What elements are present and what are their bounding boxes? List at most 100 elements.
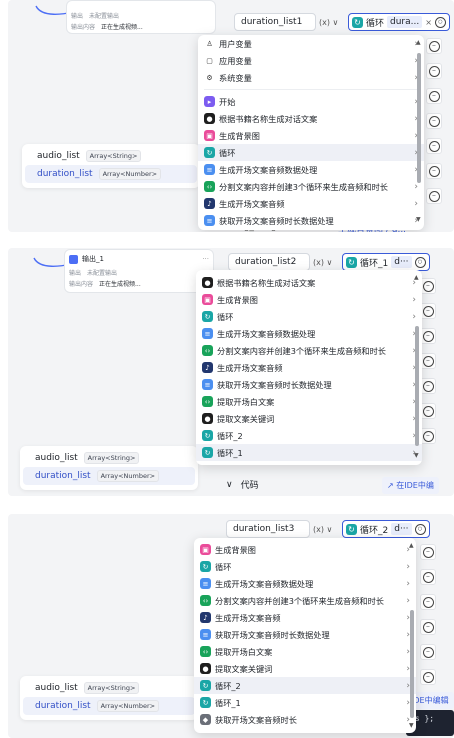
menu-item-label: 生成背景图 [219,130,260,141]
remove-icon[interactable]: − [420,569,436,585]
remove-icon[interactable]: − [420,403,436,419]
reference-tag[interactable]: ↻ 循环_1 d··· ○ [342,253,430,271]
remove-icon[interactable]: − [426,38,442,54]
menu-item[interactable]: ●根据书籍名称生成对话文案› [196,274,422,291]
menu-item[interactable]: ◆ 获取开场文案音频时长 › [194,711,416,728]
remove-icon[interactable]: − [426,113,442,129]
menu-item-label: 生成开场文案音频 [219,198,285,209]
remove-icon[interactable]: − [420,278,436,294]
output-node[interactable]: 输出 未配置输出 输出内容 正在生成视频... [66,0,216,34]
remove-icon[interactable]: − [426,88,442,104]
more-icon[interactable]: ··· [202,255,209,263]
menu-item[interactable]: ♪生成开场文案音频› [194,609,416,626]
output-node[interactable]: 输出_1 ··· 输出 未配置输出 输出内容 正在生成视频... [64,249,214,293]
variable-duration-list[interactable]: duration_list Array<Number> [23,697,195,715]
menu-item[interactable]: ♪生成开场文案音频› [198,195,424,212]
bot-icon: ● [202,413,213,424]
menu-item[interactable]: ≡获取开场文案音频时长数据处理› [196,376,422,393]
process-icon: ≡ [202,328,213,339]
variable-duration-list[interactable]: duration_list Array<Number> [25,165,197,183]
source-toggle[interactable]: (x) ∨ [319,13,345,31]
remove-icon[interactable]: − [420,378,436,394]
menu-item[interactable]: ≡生成开场文案音频数据处理› [196,325,422,342]
edit-in-ide-button[interactable]: ↗ 在IDE中编 [382,477,439,494]
menu-item-label: 获取开场文案音频时长数据处理 [217,379,332,390]
bot-icon: ● [200,663,211,674]
menu-item[interactable]: ↻循环› [196,308,422,325]
variable-name-field[interactable]: duration_list2 [228,253,310,271]
menu-item[interactable]: ↻ 循环_1 › [196,444,422,461]
variable-audio-list[interactable]: audio_list Array<String> [25,147,197,165]
remove-icon[interactable]: − [420,353,436,369]
scroll-down-arrow[interactable]: ▼ [409,722,414,729]
menu-item[interactable]: ‹›分割文案内容并创建3个循环来生成音频和时长› [194,592,416,609]
remove-icon[interactable]: − [420,303,436,319]
menu-item[interactable]: ≡获取开场文案音频时长数据处理› [194,626,416,643]
menu-item[interactable]: ↻循环_2› [196,427,422,444]
menu-item[interactable]: ↻循环› [194,558,416,575]
remove-icon[interactable]: − [426,188,442,204]
menu-item-label: 获取开场文案音频时长数据处理 [219,215,334,226]
menu-item[interactable]: ↻ 循环_1 › [194,694,416,711]
reference-tag[interactable]: ↻ 循环_2 d··· ○ [342,520,430,538]
remove-icon[interactable]: − [426,138,442,154]
code-icon: ‹› [202,396,213,407]
reference-tag[interactable]: ↻ 循环 dura... × ○ [348,13,450,31]
source-toggle[interactable]: (x) ∨ [313,253,339,271]
remove-icon[interactable]: − [420,669,436,685]
menu-item[interactable]: ▣生成背景图› [194,541,416,558]
circle-minus-icon[interactable]: ○ [434,16,446,28]
input-row-3: duration_list3 (x) ∨ ↻ 循环_2 d··· ○ [226,520,430,538]
remove-icon[interactable]: − [420,428,436,444]
menu-item[interactable]: ▸开始› [198,93,424,110]
menu-item[interactable]: ●根据书籍名称生成对话文案› [198,110,424,127]
clear-icon[interactable]: × [425,18,432,27]
menu-item[interactable]: ↻循环_2› [194,677,416,694]
code-section-header[interactable]: ∨ 代码 [226,478,259,492]
variable-name-field[interactable]: duration_list3 [226,520,310,538]
scroll-up-arrow[interactable]: ▲ [416,39,421,46]
menu-item[interactable]: ♪生成开场文案音频› [196,359,422,376]
menu-item-label: 生成开场文案音频 [215,612,281,623]
menu-item[interactable]: ‹›分割文案内容并创建3个循环来生成音频和时长› [196,342,422,359]
variable-audio-list[interactable]: audio_list Array<String> [23,679,195,697]
menu-item[interactable]: ‹›分割文案内容并创建3个循环来生成音频和时长› [198,178,424,195]
menu-item[interactable]: ▣生成背景图› [196,291,422,308]
menu-item[interactable]: ♙ 用户变量 › [198,35,424,52]
circle-minus-icon[interactable]: ○ [414,523,426,535]
menu-item[interactable]: ▢应用变量› [198,52,424,69]
remove-icon[interactable]: − [426,163,442,179]
menu-item[interactable]: ≡生成开场文案音频数据处理› [194,575,416,592]
circle-minus-icon[interactable]: ○ [414,256,426,268]
menu-scrollbar[interactable] [415,326,419,446]
menu-item[interactable]: ⚙系统变量› [198,69,424,86]
menu-item[interactable]: ≡获取开场文案音频时长数据处理› [198,212,424,229]
menu-item[interactable]: ●提取文案关键词› [196,410,422,427]
menu-item[interactable]: ≡生成开场文案音频数据处理› [198,161,424,178]
remove-icon[interactable]: − [420,594,436,610]
loop-icon: ↻ [346,256,357,268]
variable-audio-list[interactable]: audio_list Array<String> [23,449,195,467]
menu-item[interactable]: ▣生成背景图› [198,127,424,144]
menu-scrollbar[interactable] [417,53,421,183]
code-icon: ‹› [200,595,211,606]
menu-item[interactable]: ↻循环› [198,144,424,161]
scroll-up-arrow[interactable]: ▲ [409,542,414,549]
menu-item[interactable]: ●提取文案关键词› [194,660,416,677]
remove-icon[interactable]: − [426,63,442,79]
remove-icon[interactable]: − [420,644,436,660]
source-toggle[interactable]: (x) ∨ [313,520,339,538]
remove-icon[interactable]: − [420,544,436,560]
menu-item[interactable]: ‹›提取开场白文案› [196,393,422,410]
remove-icon[interactable]: − [420,619,436,635]
variable-name-field[interactable]: duration_list1 [234,13,316,31]
scroll-down-arrow[interactable]: ▼ [416,216,421,223]
scroll-up-arrow[interactable]: ▲ [414,274,419,281]
panel-2: 输出_1 ··· 输出 未配置输出 输出内容 正在生成视频... audio_list… [8,248,454,496]
variable-duration-list[interactable]: duration_list Array<Number> [23,467,195,485]
menu-item[interactable]: ‹›提取开场白文案› [194,643,416,660]
scroll-down-arrow[interactable]: ▼ [414,452,419,459]
menu-scrollbar[interactable] [410,610,414,718]
node-select-menu: ♙用户变量›▢应用变量›⚙系统变量› ▸开始›●根据书籍名称生成对话文案›▣生成背… [198,35,424,230]
remove-icon[interactable]: − [420,328,436,344]
